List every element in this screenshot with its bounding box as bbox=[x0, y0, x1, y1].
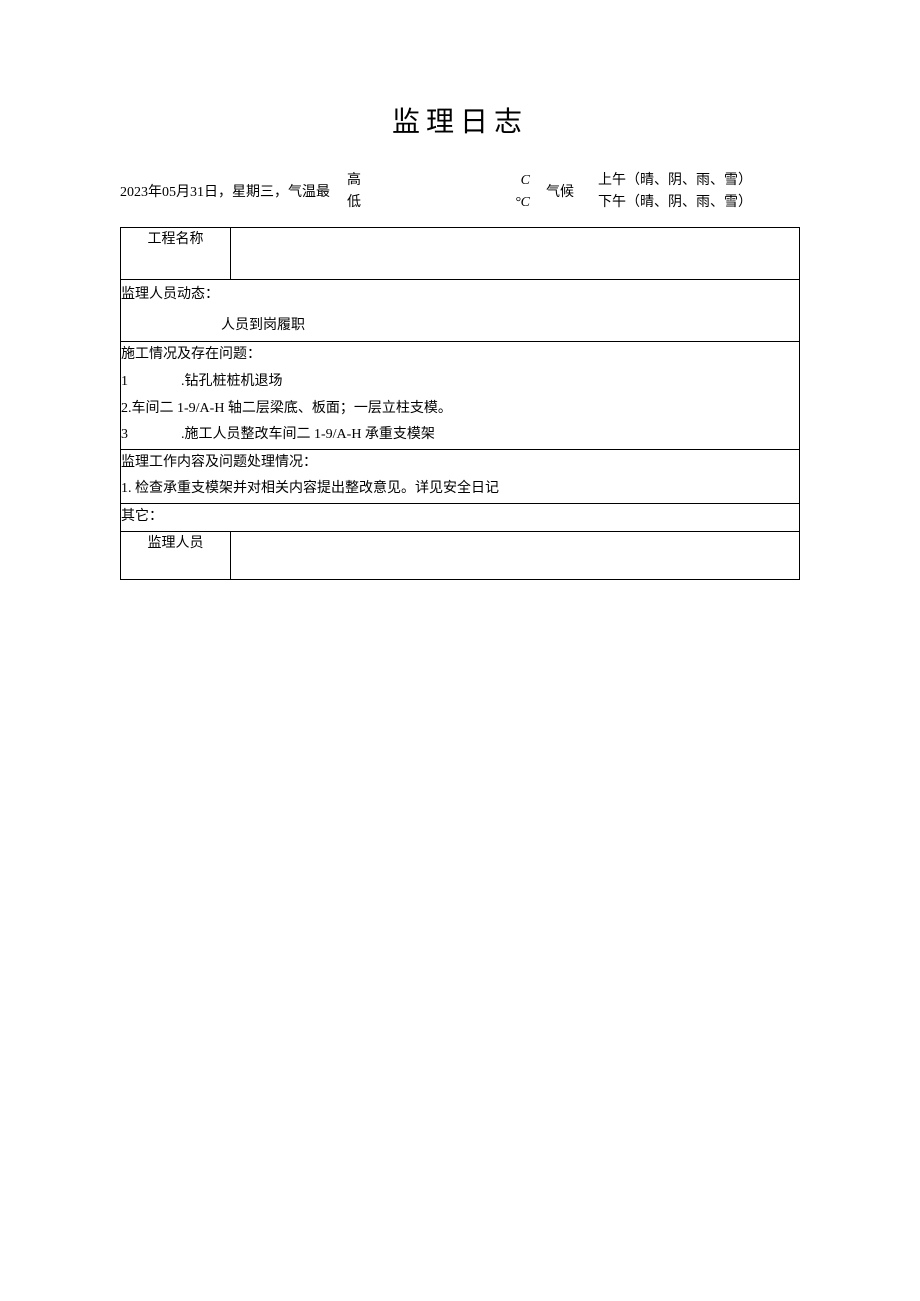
construction-cell: 施工情况及存在问题： 1.钻孔桩桩机退场 2.车间二 1-9/A-H 轴二层梁底… bbox=[121, 342, 800, 449]
weather-morning: 上午（晴、阴、雨、雪） bbox=[598, 170, 800, 192]
supervision-item-1: 1. 检查承重支模架并对相关内容提出整改意见。详见安全日记 bbox=[121, 476, 799, 503]
supervision-heading: 监理工作内容及问题处理情况： bbox=[121, 450, 799, 477]
dynamic-heading: 监理人员动态： bbox=[121, 280, 799, 311]
other-heading: 其它： bbox=[121, 504, 799, 531]
other-cell: 其它： bbox=[121, 503, 800, 531]
page-title: 监理日志 bbox=[120, 100, 800, 140]
date-text: 2023年05月31日，星期三，气温最 bbox=[120, 180, 330, 205]
weather-afternoon: 下午（晴、阴、雨、雪） bbox=[598, 192, 800, 214]
construction-heading: 施工情况及存在问题： bbox=[121, 342, 799, 369]
project-name-value bbox=[231, 227, 800, 279]
construction-item-1: 1.钻孔桩桩机退场 bbox=[121, 369, 799, 396]
construction-item-3: 3.施工人员整改车间二 1-9/A-H 承重支模架 bbox=[121, 422, 799, 449]
header-info: 2023年05月31日，星期三，气温最 高 低 C °C 气候 上午（晴、阴、雨… bbox=[120, 170, 800, 215]
dynamic-line: 人员到岗履职 bbox=[121, 311, 799, 342]
construction-item-2: 2.车间二 1-9/A-H 轴二层梁底、板面；一层立柱支模。 bbox=[121, 396, 799, 423]
project-name-label: 工程名称 bbox=[121, 227, 231, 279]
temp-low-label: 低 bbox=[347, 192, 361, 214]
log-table: 工程名称 监理人员动态： 人员到岗履职 施工情况及存在问题： 1.钻孔桩桩机退场… bbox=[120, 227, 800, 580]
temp-low-unit: °C bbox=[515, 192, 530, 214]
temp-high-label: 高 bbox=[347, 170, 361, 192]
temp-high-unit: C bbox=[521, 170, 530, 192]
climate-label: 气候 bbox=[546, 180, 574, 205]
personnel-dynamic-cell: 监理人员动态： 人员到岗履职 bbox=[121, 279, 800, 342]
supervision-cell: 监理工作内容及问题处理情况： 1. 检查承重支模架并对相关内容提出整改意见。详见… bbox=[121, 449, 800, 503]
supervisor-value bbox=[231, 531, 800, 579]
supervisor-label: 监理人员 bbox=[121, 531, 231, 579]
